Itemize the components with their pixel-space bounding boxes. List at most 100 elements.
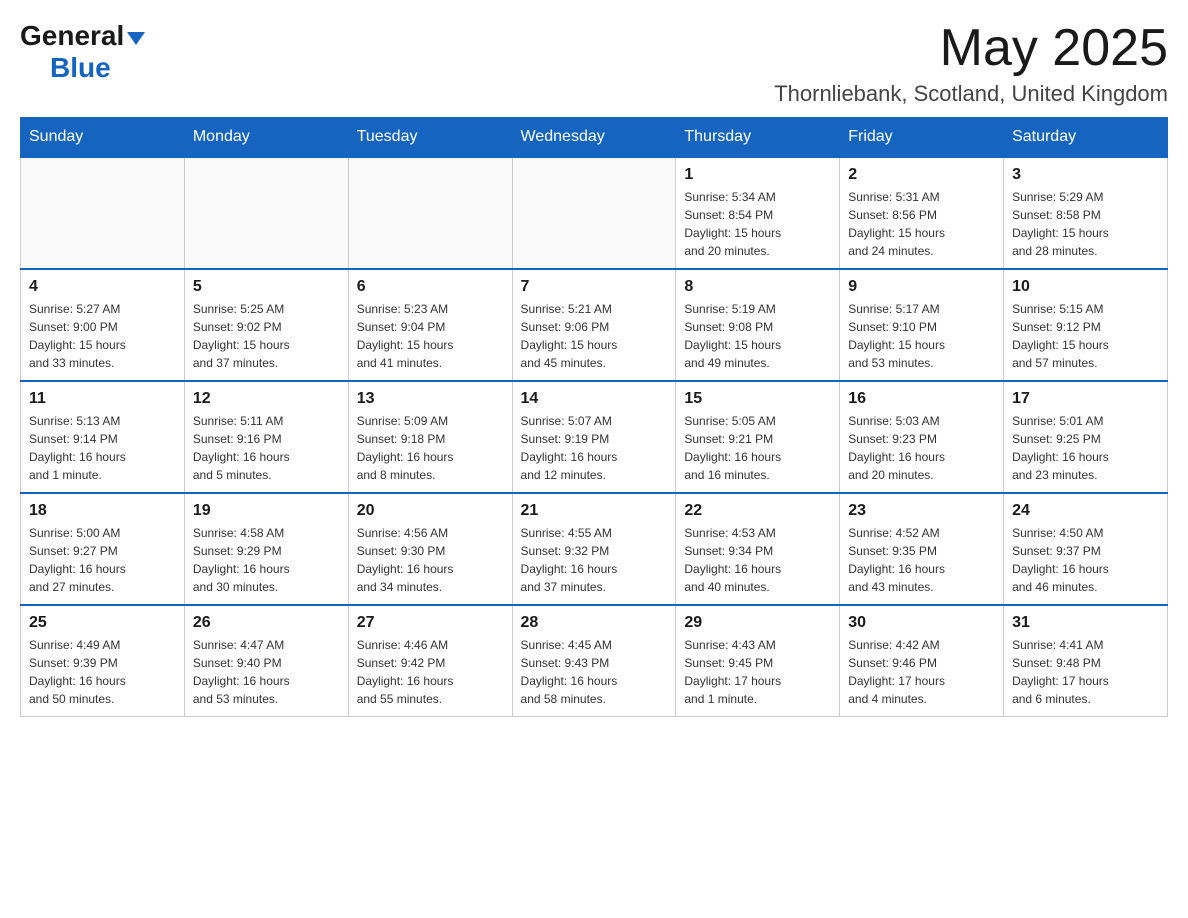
day-number: 20 — [357, 502, 504, 520]
calendar-cell: 8 Sunrise: 5:19 AM Sunset: 9:08 PM Daylig… — [676, 269, 840, 381]
calendar-cell: 21 Sunrise: 4:55 AM Sunset: 9:32 PM Dayli… — [512, 493, 676, 605]
day-info: Sunrise: 5:05 AM Sunset: 9:21 PM Dayligh… — [684, 412, 831, 484]
day-info: Sunrise: 4:58 AM Sunset: 9:29 PM Dayligh… — [193, 524, 340, 596]
day-number: 17 — [1012, 390, 1159, 408]
day-number: 6 — [357, 278, 504, 296]
calendar-cell: 15 Sunrise: 5:05 AM Sunset: 9:21 PM Dayli… — [676, 381, 840, 493]
logo-triangle-icon — [127, 32, 145, 45]
calendar-cell: 17 Sunrise: 5:01 AM Sunset: 9:25 PM Dayli… — [1004, 381, 1168, 493]
calendar-cell: 26Sunrise: 4:47 AM Sunset: 9:40 PM Dayli… — [184, 605, 348, 717]
day-number: 12 — [193, 390, 340, 408]
calendar-cell: 20 Sunrise: 4:56 AM Sunset: 9:30 PM Dayli… — [348, 493, 512, 605]
day-number: 7 — [521, 278, 668, 296]
day-info: Sunrise: 4:43 AM Sunset: 9:45 PM Dayligh… — [684, 636, 831, 708]
calendar-cell — [348, 157, 512, 269]
day-number: 4 — [29, 278, 176, 296]
day-info: Sunrise: 5:09 AM Sunset: 9:18 PM Dayligh… — [357, 412, 504, 484]
day-info: Sunrise: 4:45 AM Sunset: 9:43 PM Dayligh… — [521, 636, 668, 708]
calendar-cell: 22 Sunrise: 4:53 AM Sunset: 9:34 PM Dayli… — [676, 493, 840, 605]
day-info: Sunrise: 4:47 AM Sunset: 9:40 PM Dayligh… — [193, 636, 340, 708]
calendar-cell — [21, 157, 185, 269]
calendar-cell: 24 Sunrise: 4:50 AM Sunset: 9:37 PM Dayli… — [1004, 493, 1168, 605]
column-header-thursday: Thursday — [676, 118, 840, 158]
day-number: 31 — [1012, 614, 1159, 632]
day-info: Sunrise: 5:11 AM Sunset: 9:16 PM Dayligh… — [193, 412, 340, 484]
day-number: 3 — [1012, 166, 1159, 184]
day-number: 10 — [1012, 278, 1159, 296]
column-header-monday: Monday — [184, 118, 348, 158]
day-info: Sunrise: 5:01 AM Sunset: 9:25 PM Dayligh… — [1012, 412, 1159, 484]
logo-blue-text: Blue — [20, 52, 111, 83]
calendar-cell: 1Sunrise: 5:34 AM Sunset: 8:54 PM Daylig… — [676, 157, 840, 269]
day-info: Sunrise: 4:49 AM Sunset: 9:39 PM Dayligh… — [29, 636, 176, 708]
day-info: Sunrise: 4:42 AM Sunset: 9:46 PM Dayligh… — [848, 636, 995, 708]
day-number: 30 — [848, 614, 995, 632]
day-number: 16 — [848, 390, 995, 408]
day-number: 15 — [684, 390, 831, 408]
calendar-cell: 29 Sunrise: 4:43 AM Sunset: 9:45 PM Dayli… — [676, 605, 840, 717]
day-info: Sunrise: 4:55 AM Sunset: 9:32 PM Dayligh… — [521, 524, 668, 596]
day-info: Sunrise: 5:19 AM Sunset: 9:08 PM Dayligh… — [684, 300, 831, 372]
day-info: Sunrise: 4:46 AM Sunset: 9:42 PM Dayligh… — [357, 636, 504, 708]
day-number: 24 — [1012, 502, 1159, 520]
day-info: Sunrise: 5:21 AM Sunset: 9:06 PM Dayligh… — [521, 300, 668, 372]
day-info: Sunrise: 5:03 AM Sunset: 9:23 PM Dayligh… — [848, 412, 995, 484]
page-header: General Blue May 2025 Thornliebank, Scot… — [20, 20, 1168, 107]
day-number: 28 — [521, 614, 668, 632]
day-number: 21 — [521, 502, 668, 520]
title-block: May 2025 Thornliebank, Scotland, United … — [774, 20, 1168, 107]
calendar-cell: 25Sunrise: 4:49 AM Sunset: 9:39 PM Dayli… — [21, 605, 185, 717]
day-info: Sunrise: 4:53 AM Sunset: 9:34 PM Dayligh… — [684, 524, 831, 596]
day-number: 2 — [848, 166, 995, 184]
calendar-header-row: SundayMondayTuesdayWednesdayThursdayFrid… — [21, 118, 1168, 158]
day-number: 23 — [848, 502, 995, 520]
day-info: Sunrise: 5:25 AM Sunset: 9:02 PM Dayligh… — [193, 300, 340, 372]
week-row-3: 11 Sunrise: 5:13 AM Sunset: 9:14 PM Dayli… — [21, 381, 1168, 493]
day-number: 29 — [684, 614, 831, 632]
calendar-cell: 19 Sunrise: 4:58 AM Sunset: 9:29 PM Dayli… — [184, 493, 348, 605]
day-info: Sunrise: 5:23 AM Sunset: 9:04 PM Dayligh… — [357, 300, 504, 372]
calendar-cell: 28 Sunrise: 4:45 AM Sunset: 9:43 PM Dayli… — [512, 605, 676, 717]
day-number: 22 — [684, 502, 831, 520]
calendar-cell — [184, 157, 348, 269]
calendar-cell: 14 Sunrise: 5:07 AM Sunset: 9:19 PM Dayli… — [512, 381, 676, 493]
week-row-4: 18Sunrise: 5:00 AM Sunset: 9:27 PM Dayli… — [21, 493, 1168, 605]
day-number: 13 — [357, 390, 504, 408]
column-header-friday: Friday — [840, 118, 1004, 158]
day-number: 9 — [848, 278, 995, 296]
calendar-cell: 2 Sunrise: 5:31 AM Sunset: 8:56 PM Daylig… — [840, 157, 1004, 269]
calendar-cell: 16 Sunrise: 5:03 AM Sunset: 9:23 PM Dayli… — [840, 381, 1004, 493]
week-row-2: 4 Sunrise: 5:27 AM Sunset: 9:00 PM Daylig… — [21, 269, 1168, 381]
calendar-cell: 7 Sunrise: 5:21 AM Sunset: 9:06 PM Daylig… — [512, 269, 676, 381]
calendar-cell: 31 Sunrise: 4:41 AM Sunset: 9:48 PM Dayli… — [1004, 605, 1168, 717]
day-info: Sunrise: 4:56 AM Sunset: 9:30 PM Dayligh… — [357, 524, 504, 596]
day-info: Sunrise: 4:41 AM Sunset: 9:48 PM Dayligh… — [1012, 636, 1159, 708]
calendar-cell — [512, 157, 676, 269]
logo: General Blue — [20, 20, 145, 84]
week-row-5: 25Sunrise: 4:49 AM Sunset: 9:39 PM Dayli… — [21, 605, 1168, 717]
month-title: May 2025 — [774, 20, 1168, 77]
day-info: Sunrise: 4:50 AM Sunset: 9:37 PM Dayligh… — [1012, 524, 1159, 596]
column-header-saturday: Saturday — [1004, 118, 1168, 158]
location-title: Thornliebank, Scotland, United Kingdom — [774, 81, 1168, 107]
day-info: Sunrise: 5:15 AM Sunset: 9:12 PM Dayligh… — [1012, 300, 1159, 372]
day-number: 19 — [193, 502, 340, 520]
day-info: Sunrise: 5:34 AM Sunset: 8:54 PM Dayligh… — [684, 188, 831, 260]
column-header-sunday: Sunday — [21, 118, 185, 158]
calendar-cell: 4 Sunrise: 5:27 AM Sunset: 9:00 PM Daylig… — [21, 269, 185, 381]
day-number: 8 — [684, 278, 831, 296]
calendar-cell: 18Sunrise: 5:00 AM Sunset: 9:27 PM Dayli… — [21, 493, 185, 605]
calendar-cell: 5Sunrise: 5:25 AM Sunset: 9:02 PM Daylig… — [184, 269, 348, 381]
day-info: Sunrise: 5:00 AM Sunset: 9:27 PM Dayligh… — [29, 524, 176, 596]
day-info: Sunrise: 5:07 AM Sunset: 9:19 PM Dayligh… — [521, 412, 668, 484]
day-info: Sunrise: 4:52 AM Sunset: 9:35 PM Dayligh… — [848, 524, 995, 596]
day-info: Sunrise: 5:13 AM Sunset: 9:14 PM Dayligh… — [29, 412, 176, 484]
day-number: 14 — [521, 390, 668, 408]
calendar-cell: 27Sunrise: 4:46 AM Sunset: 9:42 PM Dayli… — [348, 605, 512, 717]
day-info: Sunrise: 5:31 AM Sunset: 8:56 PM Dayligh… — [848, 188, 995, 260]
day-number: 11 — [29, 390, 176, 408]
calendar-table: SundayMondayTuesdayWednesdayThursdayFrid… — [20, 117, 1168, 717]
day-info: Sunrise: 5:27 AM Sunset: 9:00 PM Dayligh… — [29, 300, 176, 372]
logo-general-text: General — [20, 20, 124, 52]
column-header-wednesday: Wednesday — [512, 118, 676, 158]
